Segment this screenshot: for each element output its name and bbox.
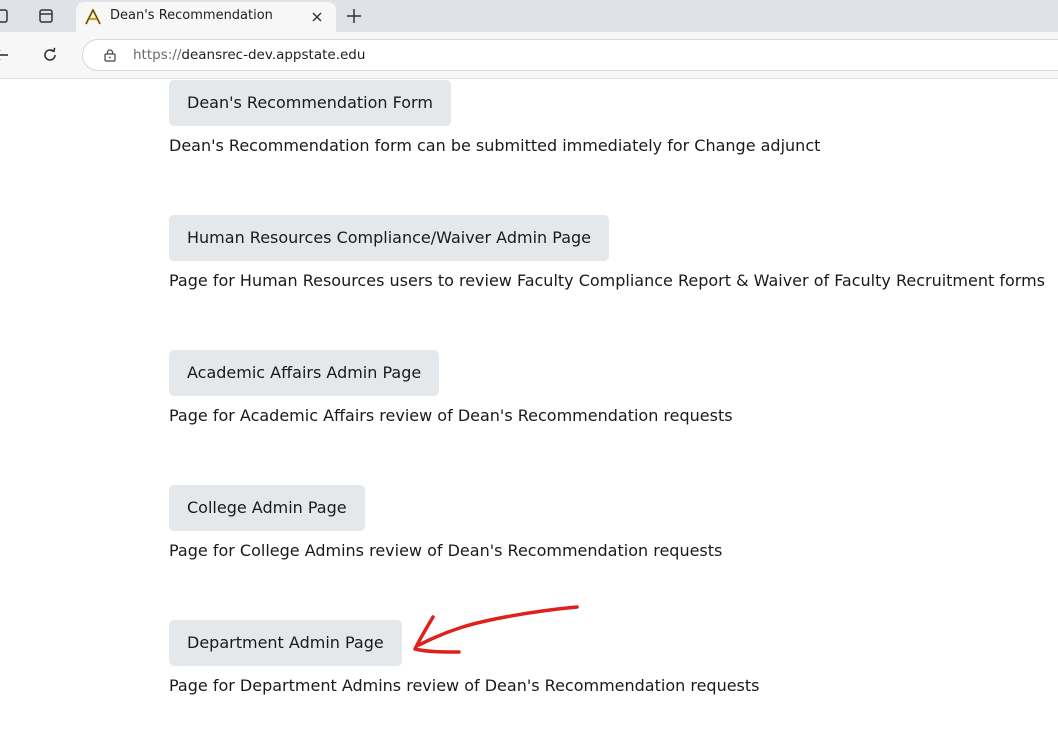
close-tab-icon[interactable] — [310, 10, 324, 24]
new-tab-icon[interactable] — [344, 6, 364, 26]
url-scheme: https:// — [133, 47, 182, 63]
hr-compliance-waiver-admin-button[interactable]: Human Resources Compliance/Waiver Admin … — [169, 215, 609, 261]
app-state-logo-icon — [85, 8, 101, 25]
tab-title: Dean's Recommendation — [110, 8, 273, 23]
department-admin-button[interactable]: Department Admin Page — [169, 620, 402, 666]
department-admin-description: Page for Department Admins review of Dea… — [169, 676, 760, 695]
academic-affairs-description: Page for Academic Affairs review of Dean… — [169, 406, 733, 425]
deans-recommendation-form-button[interactable]: Dean's Recommendation Form — [169, 80, 451, 126]
red-annotation-arrow-icon — [413, 605, 579, 654]
tab-deans-recommendation[interactable]: Dean's Recommendation — [76, 2, 336, 32]
deans-recommendation-form-description: Dean's Recommendation form can be submit… — [169, 136, 821, 155]
back-arrow-icon[interactable] — [0, 46, 10, 64]
section-college-admin: College Admin Page Page for College Admi… — [169, 485, 722, 560]
refresh-icon[interactable] — [41, 46, 59, 64]
address-bar[interactable]: https://deansrec-dev.appstate.edu — [82, 39, 1058, 71]
section-hr-compliance-waiver: Human Resources Compliance/Waiver Admin … — [169, 215, 1045, 290]
url-host: deansrec-dev.appstate.edu — [181, 47, 366, 63]
lock-icon[interactable] — [103, 48, 117, 62]
browser-navigation-bar: https://deansrec-dev.appstate.edu — [0, 32, 1058, 79]
url-text[interactable]: https://deansrec-dev.appstate.edu — [133, 47, 365, 63]
workspaces-icon[interactable] — [0, 8, 10, 24]
browser-tab-strip: Dean's Recommendation — [0, 0, 1058, 32]
college-admin-button[interactable]: College Admin Page — [169, 485, 365, 531]
hr-compliance-waiver-description: Page for Human Resources users to review… — [169, 271, 1045, 290]
tab-actions-icon[interactable] — [38, 8, 54, 24]
college-admin-description: Page for College Admins review of Dean's… — [169, 541, 723, 560]
academic-affairs-admin-button[interactable]: Academic Affairs Admin Page — [169, 350, 440, 396]
section-deans-recommendation-form: Dean's Recommendation Form Dean's Recomm… — [169, 80, 820, 155]
section-academic-affairs: Academic Affairs Admin Page Page for Aca… — [169, 350, 733, 425]
